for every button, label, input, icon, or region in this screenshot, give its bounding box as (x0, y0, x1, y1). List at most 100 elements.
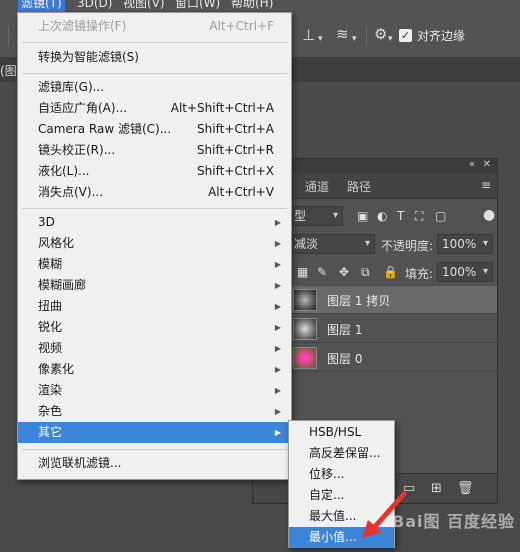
artboard-icon[interactable]: ⧉ (361, 265, 370, 280)
chevron-down-icon: ▾ (332, 210, 338, 221)
collapse-icon[interactable]: « (469, 159, 475, 170)
tab-paths[interactable]: 路径 (347, 178, 371, 195)
filter-toggle-icon[interactable]: ● (483, 207, 495, 223)
submenu-arrow-icon: ▶ (274, 218, 281, 227)
menu-filter[interactable]: 滤镜(T) (18, 0, 65, 12)
menu-item-video[interactable]: 视频 ▶ (18, 338, 291, 359)
submenu-arrow-icon: ▶ (274, 428, 281, 437)
menu-item-lens-correction[interactable]: 镜头校正(R)... Shift+Ctrl+R (18, 140, 291, 161)
menu-item-label: 转换为智能滤镜(S) (38, 50, 139, 64)
menu-item-label: 渲染 (38, 383, 63, 397)
menu-item-noise[interactable]: 杂色 ▶ (18, 401, 291, 422)
menu-item-label: 位移... (309, 467, 345, 481)
submenu-arrow-icon: ▶ (274, 260, 281, 269)
menu-item-label: 视频 (38, 341, 63, 355)
menu-item-convert-smart-filter[interactable]: 转换为智能滤镜(S) (18, 47, 291, 68)
menu-item-label: 模糊画廊 (38, 278, 87, 292)
options-divider (8, 26, 9, 46)
type-filter-icon[interactable]: T (397, 209, 404, 223)
lock-transparent-icon[interactable]: ▦ (297, 265, 308, 279)
lock-all-icon[interactable]: 🔒 (383, 265, 398, 279)
fill-input[interactable]: 100% ▾ (437, 262, 493, 282)
opacity-input[interactable]: 100% ▾ (437, 234, 493, 254)
menu-item-label: 模糊 (38, 257, 63, 271)
submenu-item-hsb-hsl[interactable]: HSB/HSL (289, 422, 394, 443)
opacity-label: 不透明度: (381, 239, 434, 253)
menu-item-liquify[interactable]: 液化(L)... Shift+Ctrl+X (18, 161, 291, 182)
menu-item-label: 消失点(V)... (38, 185, 104, 199)
menu-item-label: 最大值... (309, 509, 357, 523)
trash-icon[interactable]: 🗑 (457, 481, 474, 496)
panel-menu-icon[interactable]: ≡ (481, 178, 491, 192)
menu-item-shortcut: Shift+Ctrl+A (197, 122, 274, 136)
layer-thumbnail (293, 347, 317, 369)
submenu-item-high-pass[interactable]: 高反差保留... (289, 443, 394, 464)
menu-item-filter-gallery[interactable]: 滤镜库(G)... (18, 77, 291, 98)
align-edges-label: 对齐边缘 (417, 29, 466, 43)
menu-item-label: 其它 (38, 425, 63, 439)
dropdown-arrow-icon[interactable]: ▾ (352, 31, 357, 47)
menu-item-label: 上次滤镜操作(F) (38, 19, 127, 33)
chevron-down-icon: ▾ (364, 238, 370, 249)
menu-help[interactable]: 帮助(H) (228, 0, 276, 12)
menu-item-browse-online-filters[interactable]: 浏览联机滤镜... (18, 453, 291, 474)
menu-item-render[interactable]: 渲染 ▶ (18, 380, 291, 401)
dropdown-arrow-icon[interactable]: ▾ (388, 31, 393, 47)
menu-item-blur[interactable]: 模糊 ▶ (18, 254, 291, 275)
menu-window[interactable]: 窗口(W) (172, 0, 223, 12)
fill-value: 100% (442, 265, 477, 279)
blend-mode-value: 减淡 (294, 237, 319, 251)
opacity-value: 100% (442, 237, 477, 251)
menu-item-camera-raw[interactable]: Camera Raw 滤镜(C)... Shift+Ctrl+A (18, 119, 291, 140)
menu-item-shortcut: Shift+Ctrl+R (196, 143, 274, 157)
menu-item-label: 锐化 (38, 320, 63, 334)
menu-item-3d[interactable]: 3D ▶ (18, 212, 291, 233)
menu-item-pixelate[interactable]: 像素化 ▶ (18, 359, 291, 380)
align-edges-checkbox[interactable]: ✓ (399, 29, 412, 42)
chevron-down-icon: ▾ (482, 266, 488, 277)
menu-item-label: 3D (38, 215, 55, 229)
submenu-arrow-icon: ▶ (274, 302, 281, 311)
stack-layers-icon[interactable]: ≋ (336, 26, 349, 42)
smart-object-filter-icon[interactable]: ▢ (435, 209, 446, 223)
menu-item-other[interactable]: 其它 ▶ (18, 422, 291, 443)
menu-item-shortcut: Alt+Shift+Ctrl+A (170, 101, 274, 115)
align-bottom-icon[interactable]: ⊥ (302, 27, 315, 43)
menu-item-adaptive-wide-angle[interactable]: 自适应广角(A)... Alt+Shift+Ctrl+A (18, 98, 291, 119)
close-icon[interactable]: ✕ (483, 159, 491, 170)
submenu-arrow-icon: ▶ (274, 281, 281, 290)
chevron-down-icon: ▾ (482, 238, 488, 249)
adjustment-filter-icon[interactable]: ◐ (377, 209, 387, 223)
submenu-arrow-icon: ▶ (274, 407, 281, 416)
menu-item-label: 自适应广角(A)... (38, 101, 128, 115)
menu-item-sharpen[interactable]: 锐化 ▶ (18, 317, 291, 338)
menu-3d[interactable]: 3D(D) (74, 0, 115, 12)
menu-view[interactable]: 视图(V) (120, 0, 168, 12)
submenu-arrow-icon: ▶ (274, 365, 281, 374)
menu-item-label: 扭曲 (38, 299, 63, 313)
image-filter-icon[interactable]: ▣ (357, 209, 368, 223)
menu-item-vanishing-point[interactable]: 消失点(V)... Alt+Ctrl+V (18, 182, 291, 203)
document-tab[interactable]: (图 (0, 62, 17, 79)
menu-item-stylize[interactable]: 风格化 ▶ (18, 233, 291, 254)
layer-thumbnail (293, 289, 317, 311)
options-divider (366, 26, 367, 46)
submenu-arrow-icon: ▶ (274, 386, 281, 395)
menu-divider (22, 73, 287, 74)
gear-icon[interactable]: ⚙ (374, 26, 387, 42)
lock-pixels-icon[interactable]: ✎ (317, 265, 327, 279)
blend-mode-select[interactable]: 减淡 ▾ (289, 234, 375, 254)
kind-filter-select[interactable]: 型 ▾ (289, 206, 343, 226)
menu-item-shortcut: Alt+Ctrl+F (209, 19, 274, 33)
menu-item-distort[interactable]: 扭曲 ▶ (18, 296, 291, 317)
lock-position-icon[interactable]: ✥ (339, 265, 349, 279)
tab-channels[interactable]: 通道 (305, 178, 329, 195)
menu-item-shortcut: Alt+Ctrl+V (208, 185, 274, 199)
submenu-item-offset[interactable]: 位移... (289, 464, 394, 485)
menu-item-blur-gallery[interactable]: 模糊画廊 ▶ (18, 275, 291, 296)
dropdown-arrow-icon[interactable]: ▾ (318, 31, 323, 47)
menu-item-label: 镜头校正(R)... (38, 143, 116, 157)
shape-filter-icon[interactable]: ⛶ (415, 209, 423, 224)
menu-item-label: 滤镜库(G)... (38, 80, 105, 94)
filter-menu: 上次滤镜操作(F) Alt+Ctrl+F 转换为智能滤镜(S) 滤镜库(G)..… (17, 12, 292, 480)
